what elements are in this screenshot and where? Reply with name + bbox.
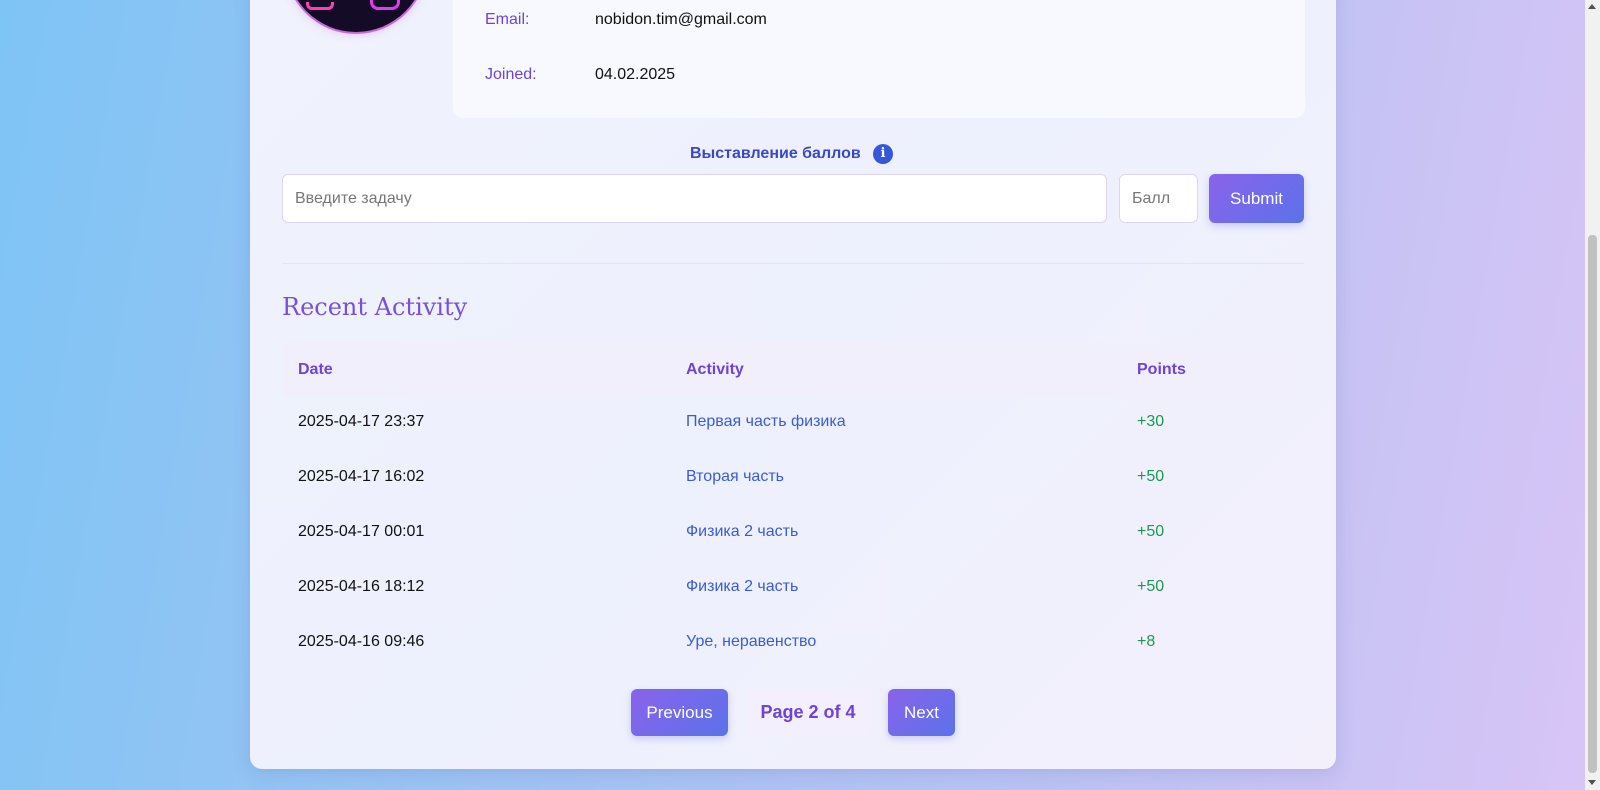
column-header-date: Date — [298, 361, 333, 378]
scroll-up-arrow-icon[interactable] — [1588, 4, 1596, 9]
row-points: +30 — [1137, 413, 1165, 430]
row-date: 2025-04-16 09:46 — [298, 633, 425, 650]
row-activity[interactable]: Физика 2 часть — [686, 578, 798, 596]
table-row: 2025-04-17 23:37 Первая часть физика +30 — [282, 397, 1304, 452]
row-activity[interactable]: Уре, неравенство — [686, 633, 816, 651]
scoring-title: Выставление баллов — [690, 145, 861, 162]
row-points: +50 — [1137, 523, 1165, 540]
avatar-neon-shape — [306, 2, 334, 10]
column-header-activity: Activity — [686, 361, 744, 378]
recent-activity-title: Recent Activity — [282, 293, 468, 321]
row-date: 2025-04-17 23:37 — [298, 413, 425, 430]
next-page-button[interactable]: Next — [888, 689, 955, 736]
previous-page-button[interactable]: Previous — [631, 689, 728, 736]
table-row: 2025-04-16 18:12 Физика 2 часть +50 — [282, 562, 1304, 617]
table-row: 2025-04-16 09:46 Уре, неравенство +8 — [282, 617, 1304, 672]
info-icon[interactable]: i — [873, 144, 893, 164]
table-row: 2025-04-17 00:01 Физика 2 часть +50 — [282, 507, 1304, 562]
scrollbar-thumb[interactable] — [1588, 235, 1597, 773]
row-activity[interactable]: Первая часть физика — [686, 413, 846, 431]
row-activity[interactable]: Физика 2 часть — [686, 523, 798, 541]
row-activity[interactable]: Вторая часть — [686, 468, 784, 486]
joined-label: Joined: — [485, 66, 537, 83]
column-header-points: Points — [1137, 361, 1186, 378]
email-value: nobidon.tim@gmail.com — [595, 11, 767, 28]
points-input[interactable] — [1119, 174, 1198, 223]
row-date: 2025-04-16 18:12 — [298, 578, 425, 595]
table-header: Date Activity Points — [282, 342, 1304, 397]
avatar-neon-shape — [370, 0, 400, 10]
task-input[interactable] — [282, 174, 1107, 223]
email-label: Email: — [485, 11, 530, 28]
section-divider — [282, 263, 1304, 264]
row-points: +50 — [1137, 468, 1165, 485]
row-date: 2025-04-17 16:02 — [298, 468, 425, 485]
joined-value: 04.02.2025 — [595, 66, 676, 83]
row-points: +8 — [1137, 633, 1156, 650]
row-points: +50 — [1137, 578, 1165, 595]
page-indicator: Page 2 of 4 — [745, 689, 871, 736]
submit-button[interactable]: Submit — [1209, 174, 1304, 223]
scroll-down-arrow-icon[interactable] — [1588, 780, 1596, 785]
row-date: 2025-04-17 00:01 — [298, 523, 425, 540]
profile-info-box: Email: nobidon.tim@gmail.com Joined: 04.… — [453, 0, 1305, 118]
vertical-scrollbar[interactable] — [1585, 0, 1600, 790]
table-row: 2025-04-17 16:02 Вторая часть +50 — [282, 452, 1304, 507]
